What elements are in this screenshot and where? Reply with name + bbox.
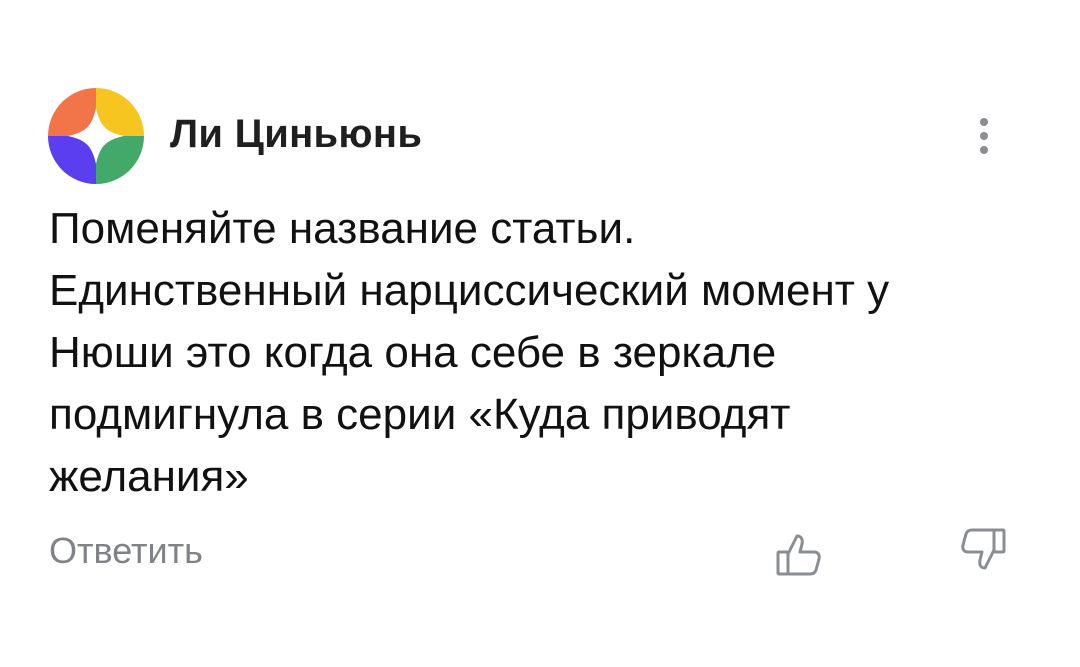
comment-text-line: Единственный нарциссический момент у [49,266,890,315]
thumbs-down-icon [961,528,1006,570]
comment-text: Поменяйте название статьи. Единственный … [49,198,1029,508]
like-button[interactable] [773,528,825,580]
comment-text-line: подмигнула в серии «Куда приводят [49,390,791,439]
comment-text-line: желания» [49,452,249,501]
reply-button[interactable]: Ответить [49,530,203,572]
comment-card: Ли Циньюнь Поменяйте название статьи. Ед… [0,0,1080,667]
author-name[interactable]: Ли Циньюнь [170,112,422,157]
dislike-button[interactable] [957,524,1009,576]
comment-text-line: Нюши это когда она себе в зеркале [49,328,777,377]
more-options-button[interactable] [966,114,1002,158]
thumbs-up-icon [776,534,821,576]
comment-text-line: Поменяйте название статьи. [49,204,636,253]
avatar[interactable] [48,88,144,184]
avatar-logo-icon [48,88,144,184]
